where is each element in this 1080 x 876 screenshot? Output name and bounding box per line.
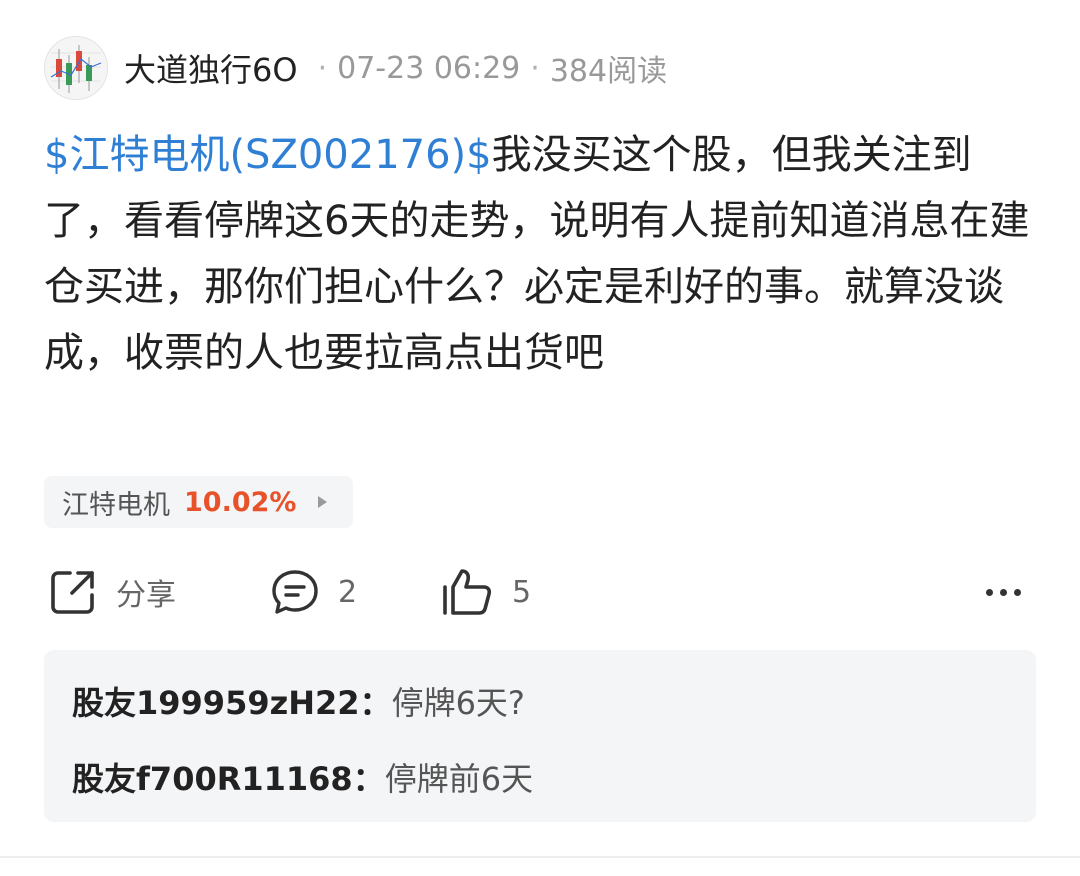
stock-chip[interactable]: 江特电机 10.02% <box>44 476 354 528</box>
comment-author[interactable]: 股友199959zH22 <box>72 684 360 722</box>
chevron-right-icon <box>318 496 328 508</box>
comment-separator: ： <box>352 760 385 798</box>
comment-author[interactable]: 股友f700R11168 <box>72 760 353 798</box>
meta-separator: · <box>317 50 328 86</box>
comment-preview[interactable]: 股友199959zH22：停牌6天? 股友f700R11168：停牌前6天 <box>44 650 1036 822</box>
like-button[interactable]: 5 <box>440 562 531 622</box>
share-icon <box>48 567 98 617</box>
post-content: $江特电机(SZ002176)$我没买这个股，但我关注到了，看看停牌这6天的走势… <box>44 122 1034 386</box>
post-meta: · 07-23 06:29 · 384阅读 <box>308 46 668 90</box>
comment-button[interactable]: 2 <box>270 562 357 622</box>
stock-chip-name: 江特电机 <box>62 489 170 521</box>
comment-text: 停牌6天? <box>391 684 525 722</box>
post-card: 大道独行6O · 07-23 06:29 · 384阅读 $江特电机(SZ002… <box>0 0 1080 858</box>
more-icon <box>986 588 1021 596</box>
comment-item[interactable]: 股友199959zH22：停牌6天? <box>72 678 525 724</box>
meta-separator: · <box>530 50 540 86</box>
more-button[interactable] <box>986 562 1021 622</box>
like-icon <box>440 567 494 617</box>
stock-tag-link[interactable]: $江特电机(SZ002176)$ <box>44 132 492 178</box>
like-count: 5 <box>512 574 532 610</box>
comment-text: 停牌前6天 <box>384 760 534 798</box>
read-count: 384阅读 <box>549 54 668 89</box>
post-header: 大道独行6O · 07-23 06:29 · 384阅读 <box>44 36 667 100</box>
comment-icon <box>270 567 320 617</box>
comment-count: 2 <box>338 574 358 610</box>
share-label: 分享 <box>116 578 176 613</box>
avatar[interactable] <box>44 36 108 100</box>
share-button[interactable]: 分享 <box>48 562 176 622</box>
post-date: 07-23 06:29 <box>337 50 521 86</box>
stock-chip-change: 10.02% <box>184 486 297 518</box>
comment-separator: ： <box>359 684 392 722</box>
action-bar: 分享 2 5 <box>48 562 1038 622</box>
comment-item[interactable]: 股友f700R11168：停牌前6天 <box>72 754 533 800</box>
username[interactable]: 大道独行6O <box>124 45 298 91</box>
